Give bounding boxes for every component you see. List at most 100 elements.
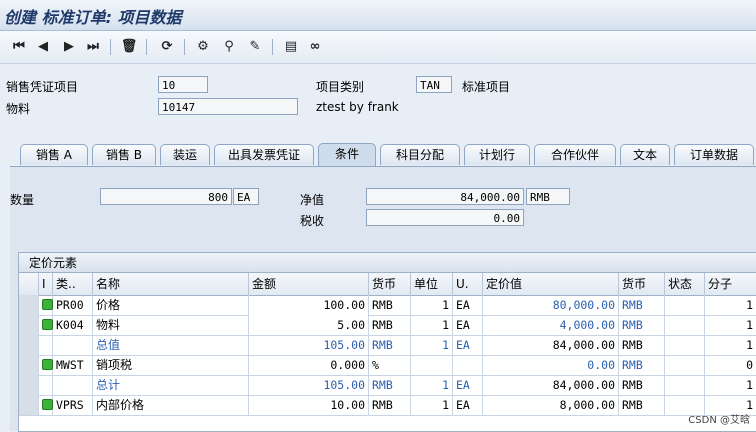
edit-icon[interactable]: ✎ — [246, 38, 264, 56]
column-header-unit[interactable]: 单位 — [411, 273, 453, 295]
row-selector[interactable] — [19, 395, 39, 415]
refresh-icon[interactable]: ⟳ — [158, 38, 176, 56]
cell-text: 1 — [442, 298, 449, 312]
table-row[interactable]: 总值 105.00 RMB 1 EA 84,000.00 RMB 1 — [19, 335, 756, 356]
cell-status — [665, 295, 705, 315]
material-description: ztest by frank — [316, 100, 399, 114]
column-header-amount[interactable]: 金额 — [249, 273, 369, 295]
cell-cond-value: 0.00 — [483, 355, 619, 375]
cell-text: 1 — [746, 398, 753, 412]
cell-text: RMB — [622, 318, 643, 332]
toolbar-separator — [110, 39, 111, 55]
tab-account-assignment[interactable]: 科目分配 — [380, 144, 460, 165]
cell-unit: 1 — [411, 315, 453, 335]
cell-amount: 10.00 — [249, 395, 369, 415]
tab-billing-document[interactable]: 出具发票凭证 — [214, 144, 314, 165]
tab-strip: 销售 A 销售 B 装运 出具发票凭证 条件 科目分配 计划行 合作伙伴 文本 … — [20, 143, 756, 166]
cell-text: EA — [456, 378, 470, 392]
table-row[interactable]: 总计 105.00 RMB 1 EA 84,000.00 RMB 1 — [19, 375, 756, 396]
cell-status — [665, 335, 705, 355]
cell-num: 1 — [705, 375, 756, 395]
row-selector[interactable] — [19, 375, 39, 395]
cell-text: 84,000.00 — [552, 338, 615, 352]
category-field[interactable]: TAN — [416, 76, 452, 93]
column-header-uom[interactable]: U. — [453, 273, 483, 295]
column-header-name[interactable]: 名称 — [93, 273, 249, 295]
delete-icon[interactable]: 🗑 — [120, 38, 138, 56]
row-selector[interactable] — [19, 295, 39, 315]
column-header-type[interactable]: 类.. — [53, 273, 93, 295]
table-row[interactable]: PR00 价格 100.00 RMB 1 EA 80,000.00 RMB 1 — [19, 295, 756, 316]
first-page-icon[interactable]: ⏮ — [10, 38, 28, 56]
tab-texts[interactable]: 文本 — [620, 144, 670, 165]
cell-amount[interactable]: 5.00 — [249, 315, 369, 335]
table-header: I 类.. 名称 金额 货币 单位 U. 定价值 货币 状态 分子 — [19, 273, 756, 296]
material-label: 物料 — [6, 102, 31, 116]
column-header-currency[interactable]: 货币 — [369, 273, 411, 295]
cell-uom: EA — [453, 375, 483, 395]
cell-cond-value: 4,000.00 — [483, 315, 619, 335]
cell-text: RMB — [622, 298, 643, 312]
cell-text: 1 — [746, 338, 753, 352]
cell-text: 0.000 — [330, 358, 365, 372]
cell-text: 1 — [746, 318, 753, 332]
cell-type: PR00 — [39, 295, 93, 315]
toolbar-separator — [184, 39, 185, 55]
tab-order-data[interactable]: 订单数据 — [674, 144, 754, 165]
cell-text: 84,000.00 — [552, 378, 615, 392]
cell-cur2: RMB — [619, 395, 665, 415]
item-field[interactable]: 10 — [158, 76, 208, 93]
cell-text: 105.00 — [323, 338, 365, 352]
table-row[interactable]: K004 物料 5.00 RMB 1 EA 4,000.00 RMB 1 — [19, 315, 756, 336]
cell-cur2: RMB — [619, 355, 665, 375]
table-row[interactable]: VPRS 内部价格 10.00 RMB 1 EA 8,000.00 RMB 1 — [19, 395, 756, 416]
next-page-icon[interactable]: ▶ — [60, 38, 78, 56]
row-selector[interactable] — [19, 335, 39, 355]
cell-text: EA — [456, 338, 470, 352]
tab-partners[interactable]: 合作伙伴 — [534, 144, 616, 165]
cell-text: 8,000.00 — [559, 398, 615, 412]
cell-text: 1 — [746, 378, 753, 392]
window-title: 创建 标准订单: 项目数据 — [4, 8, 182, 27]
settings-icon[interactable]: ⚙ — [194, 38, 212, 56]
cell-text: VPRS — [56, 398, 84, 412]
toolbar-separator — [146, 39, 147, 55]
cell-text: RMB — [622, 398, 643, 412]
column-header-i[interactable]: I — [39, 273, 53, 295]
tab-schedule-lines[interactable]: 计划行 — [464, 144, 530, 165]
last-page-icon[interactable]: ⏭ — [84, 38, 102, 56]
binoculars-icon[interactable]: ⚲ — [220, 38, 238, 56]
cell-text: 总值 — [96, 338, 121, 352]
column-header-status[interactable]: 状态 — [665, 273, 705, 295]
glasses-icon[interactable]: ∞ — [306, 38, 324, 56]
prev-page-icon[interactable]: ◀ — [34, 38, 52, 56]
cell-cur2: RMB — [619, 315, 665, 335]
column-header-numerator[interactable]: 分子 — [705, 273, 756, 295]
row-selector[interactable] — [19, 315, 39, 335]
green-status-icon — [42, 359, 53, 370]
cell-cond-value: 84,000.00 — [483, 375, 619, 395]
category-label: 项目类别 — [316, 80, 365, 94]
tax-field: 0.00 — [366, 209, 524, 226]
tab-sales-b[interactable]: 销售 B — [92, 144, 156, 165]
cell-text: EA — [456, 298, 470, 312]
table-row[interactable]: MWST 销项税 0.000% 0.00 RMB 0 — [19, 355, 756, 376]
cell-amount: 0.000 — [249, 355, 369, 375]
quantity-field[interactable]: 800 — [100, 188, 232, 205]
cell-status — [665, 315, 705, 335]
column-header-currency-2[interactable]: 货币 — [619, 273, 665, 295]
column-header-condition-value[interactable]: 定价值 — [483, 273, 619, 295]
cell-amount: 100.00 — [249, 295, 369, 315]
cell-text: RMB — [372, 318, 393, 332]
cell-text: RMB — [372, 338, 393, 352]
tab-sales-a[interactable]: 销售 A — [20, 144, 88, 165]
row-selector-header[interactable] — [19, 273, 39, 295]
quantity-unit-field[interactable]: EA — [233, 188, 259, 205]
document-icon[interactable]: ▤ — [282, 38, 300, 56]
cell-uom: EA — [453, 395, 483, 415]
tab-shipping[interactable]: 装运 — [160, 144, 210, 165]
cell-text: 1 — [442, 318, 449, 332]
tab-conditions[interactable]: 条件 — [318, 143, 376, 166]
material-field[interactable]: 10147 — [158, 98, 298, 115]
row-selector[interactable] — [19, 355, 39, 375]
